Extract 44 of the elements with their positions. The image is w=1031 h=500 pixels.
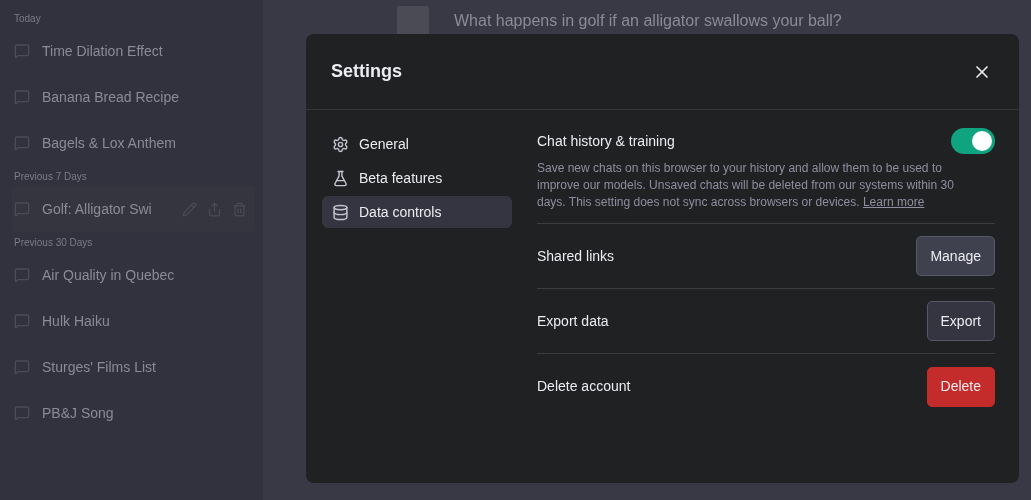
section-label: Previous 30 Days	[13, 236, 94, 250]
database-icon	[332, 203, 349, 221]
chat-item[interactable]: Sturges' Films List	[12, 344, 255, 390]
gear-icon	[332, 135, 349, 153]
chat-icon	[14, 359, 30, 375]
chat-icon	[14, 313, 30, 329]
chat-title: Golf: Alligator Swi	[42, 199, 152, 219]
settings-tab[interactable]: Data controls	[322, 196, 512, 228]
chat-icon	[14, 89, 30, 105]
setting-label: Shared links	[537, 246, 615, 266]
chat-icon	[14, 267, 30, 283]
chat-title: Hulk Haiku	[42, 311, 110, 331]
setting-label: Chat history & training	[537, 131, 675, 151]
setting-label: Delete account	[537, 377, 631, 396]
flask-icon	[332, 169, 349, 187]
chat-icon	[14, 135, 30, 151]
chat-item[interactable]: Bagels & Lox Anthem	[12, 120, 255, 166]
chat-title: Banana Bread Recipe	[42, 87, 179, 107]
chat-title: Time Dilation Effect	[42, 41, 163, 61]
chat-item[interactable]: Air Quality in Quebec	[12, 252, 255, 298]
action-button[interactable]: Manage	[916, 236, 995, 276]
settings-tab[interactable]: General	[322, 128, 512, 160]
chat-icon	[14, 43, 30, 59]
chat-item[interactable]: Banana Bread Recipe	[12, 74, 255, 120]
chat-title: Sturges' Films List	[42, 357, 156, 377]
chat-title: PB&J Song	[42, 403, 114, 423]
avatar-placeholder	[397, 6, 429, 36]
chat-item[interactable]: Hulk Haiku	[12, 298, 255, 344]
action-button[interactable]: Export	[926, 301, 995, 341]
chat-item[interactable]: Time Dilation Effect	[12, 28, 255, 74]
chat-icon	[14, 405, 30, 421]
learn-more-link[interactable]: Learn more	[862, 195, 925, 209]
settings-tab[interactable]: Beta features	[322, 162, 512, 194]
question-text: What happens in golf if an alligator swallows your ball?	[454, 11, 842, 31]
chat-item[interactable]: PB&J Song	[12, 390, 255, 436]
section-label: Today	[13, 12, 42, 26]
chat-title: Bagels & Lox Anthem	[42, 133, 176, 153]
toggle-switch[interactable]	[951, 128, 995, 154]
setting-label: Export data	[537, 311, 609, 331]
dialog-title: Settings	[331, 60, 402, 83]
setting-description: Save new chats on this browser to your history and allow them to be used to improve our models. Unsaved chats will be deleted from our systems within 30 days. This setting does not sync across browsers or devices. Learn more	[537, 160, 955, 211]
chat-title: Air Quality in Quebec	[42, 265, 175, 285]
section-label: Previous 7 Days	[13, 170, 88, 184]
action-button[interactable]: Delete	[926, 366, 995, 407]
